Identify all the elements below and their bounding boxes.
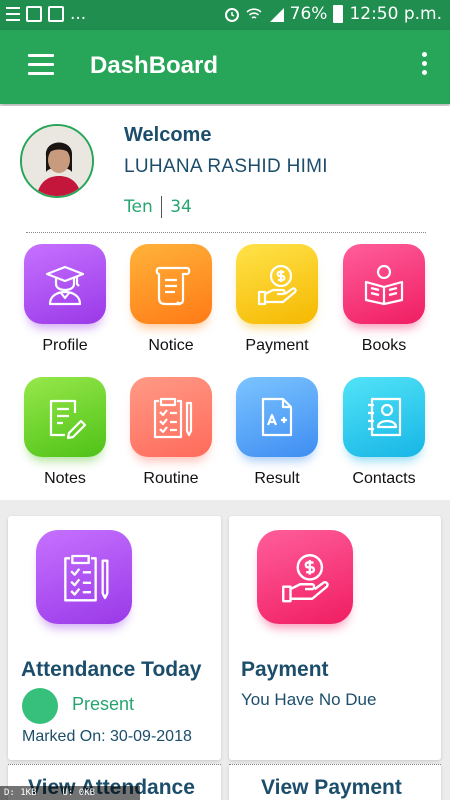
view-payment-card[interactable]: View Payment xyxy=(229,764,441,800)
menu-tile-profile[interactable]: Profile xyxy=(20,244,110,355)
present-status-dot xyxy=(22,688,58,724)
divider xyxy=(229,764,441,765)
view-payment-link[interactable]: View Payment xyxy=(261,776,402,800)
attendance-card[interactable]: Attendance Today Present Marked On: 30-0… xyxy=(8,516,221,760)
reader-icon xyxy=(343,244,425,324)
status-left-text: ... xyxy=(70,4,87,24)
menu-tile-contacts[interactable]: Contacts xyxy=(339,377,429,488)
divider xyxy=(160,196,163,218)
document-notification-icon xyxy=(48,6,64,22)
dollar-notification-icon xyxy=(26,6,42,22)
menu-label: Profile xyxy=(42,337,88,354)
menu-label: Notice xyxy=(148,337,194,354)
app-bar: DashBoard xyxy=(0,30,450,104)
menu-tile-notice[interactable]: Notice xyxy=(126,244,216,355)
attendance-title: Attendance Today xyxy=(21,658,202,681)
status-bar: ... 76% 12:50 p.m. xyxy=(0,0,450,30)
menu-tile-payment[interactable]: Payment xyxy=(232,244,322,355)
class-roll: Ten 34 xyxy=(124,196,192,218)
clock: 12:50 p.m. xyxy=(349,4,442,24)
avatar[interactable] xyxy=(20,124,94,198)
divider xyxy=(8,764,221,765)
roll-label: 34 xyxy=(170,197,192,217)
student-name: LUHANA RASHID HIMI xyxy=(124,156,328,177)
battery-icon xyxy=(333,5,344,23)
list-icon xyxy=(6,7,20,21)
coin-hand-icon xyxy=(257,530,353,624)
battery-percent: 76% xyxy=(289,4,328,24)
menu-label: Books xyxy=(361,337,407,354)
welcome-heading: Welcome xyxy=(124,124,212,146)
upload-speed: U: 0KB xyxy=(62,788,96,798)
menu-label: Contacts xyxy=(352,470,416,487)
wifi-icon xyxy=(246,8,262,19)
marked-on-date: Marked On: 30-09-2018 xyxy=(22,728,192,745)
coin-hand-icon xyxy=(236,244,318,324)
contact-book-icon xyxy=(343,377,425,457)
menu-tile-books[interactable]: Books xyxy=(339,244,429,355)
hamburger-menu-icon[interactable] xyxy=(28,54,54,76)
divider xyxy=(26,232,426,233)
more-options-icon[interactable] xyxy=(420,52,428,78)
alarm-icon xyxy=(224,8,239,22)
payment-status: You Have No Due xyxy=(241,690,377,709)
profile-card: Welcome LUHANA RASHID HIMI Ten 34 Profil… xyxy=(0,106,450,500)
menu-tile-notes[interactable]: Notes xyxy=(20,377,110,488)
menu-tile-result[interactable]: Result xyxy=(232,377,322,488)
payment-title: Payment xyxy=(241,658,329,681)
menu-tile-routine[interactable]: Routine xyxy=(126,377,216,488)
checklist-icon xyxy=(130,377,212,457)
class-label: Ten xyxy=(124,197,153,217)
menu-label: Result xyxy=(254,470,300,487)
download-speed: D: 1KB xyxy=(4,788,37,798)
menu-label: Routine xyxy=(143,470,199,487)
grade-doc-icon xyxy=(236,377,318,457)
menu-label: Payment xyxy=(245,337,309,354)
attendance-status: Present xyxy=(72,694,135,714)
note-pen-icon xyxy=(24,377,106,457)
signal-icon xyxy=(269,8,284,22)
app-title: DashBoard xyxy=(90,52,219,79)
checklist-icon xyxy=(36,530,132,624)
network-speed-overlay: D: 1KB U: 0KB xyxy=(0,786,140,800)
payment-card[interactable]: Payment You Have No Due xyxy=(229,516,441,760)
graduate-icon xyxy=(24,244,106,324)
menu-label: Notes xyxy=(44,470,86,487)
scroll-icon xyxy=(130,244,212,324)
